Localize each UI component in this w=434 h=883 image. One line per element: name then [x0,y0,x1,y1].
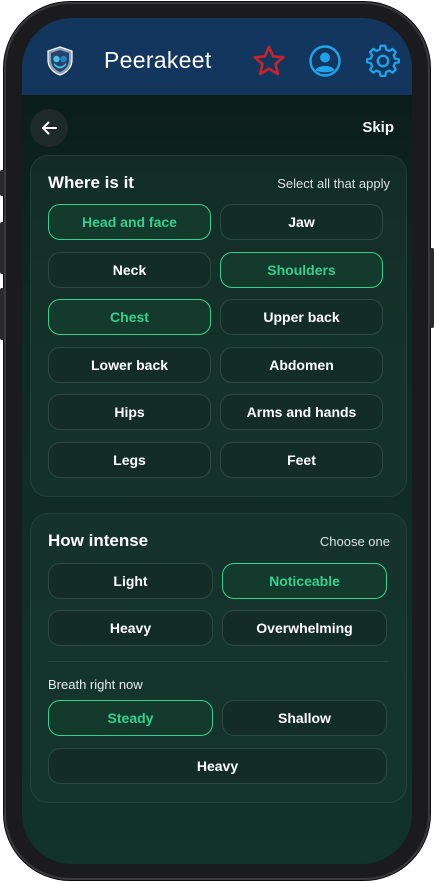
power-button [430,248,434,328]
intensity-card: How intense Choose one Light Noticeable … [30,513,407,803]
intensity-title: How intense [48,531,149,550]
where-option-head-and-face[interactable]: Head and face [48,204,211,240]
arrow-left-icon [42,121,57,135]
where-option-jaw[interactable]: Jaw [220,204,383,240]
where-option-hips[interactable]: Hips [48,394,211,430]
app-bar: Peerakeet [22,18,412,95]
section-divider [48,661,388,662]
volume-up-button [0,222,4,274]
where-title: Where is it [48,173,134,192]
screen: Peerakeet Skip Where is it Select all th… [22,18,412,864]
intensity-option-heavy[interactable]: Heavy [48,610,213,646]
where-option-chest[interactable]: Chest [48,299,211,335]
where-option-lower-back[interactable]: Lower back [48,347,211,383]
star-outline-icon[interactable] [252,44,286,78]
where-option-upper-back[interactable]: Upper back [220,299,383,335]
where-option-legs[interactable]: Legs [48,442,211,478]
breath-option-shallow[interactable]: Shallow [222,700,387,736]
where-option-shoulders[interactable]: Shoulders [220,252,383,288]
intensity-hint: Choose one [319,534,390,549]
app-title: Peerakeet [104,47,212,73]
user-circle-icon[interactable] [308,44,342,78]
where-option-feet[interactable]: Feet [220,442,383,478]
shield-logo-icon [47,46,73,76]
where-option-arms-and-hands[interactable]: Arms and hands [220,394,383,430]
intensity-option-noticeable[interactable]: Noticeable [222,563,387,599]
breath-option-heavy[interactable]: Heavy [48,748,387,784]
where-card: Where is it Select all that apply Head a… [30,155,407,497]
breath-option-steady[interactable]: Steady [48,700,213,736]
skip-button[interactable]: Skip [362,119,394,136]
side-button [0,170,4,196]
back-button[interactable] [30,109,68,147]
intensity-option-overwhelming[interactable]: Overwhelming [222,610,387,646]
where-option-abdomen[interactable]: Abdomen [220,347,383,383]
nav-bar: Skip [22,95,412,155]
breath-label: Breath right now [48,677,143,692]
volume-down-button [0,288,4,340]
intensity-option-light[interactable]: Light [48,563,213,599]
where-hint: Select all that apply [277,176,390,191]
where-option-neck[interactable]: Neck [48,252,211,288]
gear-icon[interactable] [366,44,400,78]
